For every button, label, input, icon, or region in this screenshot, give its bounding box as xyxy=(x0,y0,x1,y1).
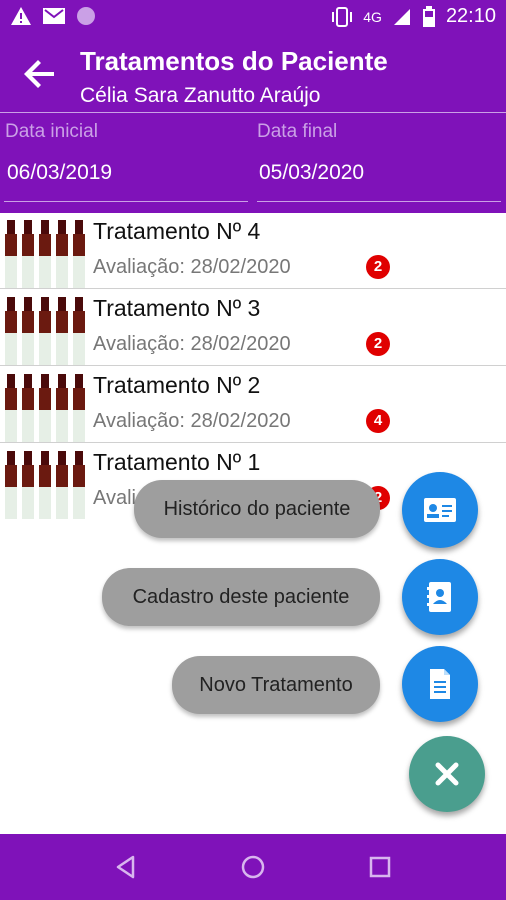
patient-register-label[interactable]: Cadastro deste paciente xyxy=(102,568,380,626)
list-item[interactable]: Tratamento Nº 2 Avaliação: 28/02/2020 4 xyxy=(0,366,506,443)
patient-name: Célia Sara Zanutto Araújo xyxy=(80,84,321,107)
nav-recents-icon[interactable] xyxy=(367,854,393,880)
flower-bottles-thumbnail xyxy=(5,374,85,442)
count-badge: 2 xyxy=(366,332,390,356)
contact-book-icon xyxy=(427,582,451,612)
signal-icon xyxy=(393,8,410,25)
start-date-label: Data inicial xyxy=(5,121,98,142)
treatment-title: Tratamento Nº 2 xyxy=(93,372,261,398)
flower-bottles-thumbnail xyxy=(5,451,85,519)
system-navigation-bar xyxy=(0,834,506,900)
evaluation-date: Avaliação: 28/02/2020 xyxy=(93,256,291,278)
new-treatment-button[interactable] xyxy=(402,646,478,722)
end-date-value[interactable]: 05/03/2020 xyxy=(259,161,364,185)
battery-icon xyxy=(422,5,435,27)
nav-back-icon[interactable] xyxy=(113,854,139,880)
patient-register-button[interactable] xyxy=(402,559,478,635)
vibrate-icon xyxy=(332,6,353,27)
status-bar: 4G 22:10 xyxy=(0,0,506,36)
treatment-title: Tratamento Nº 4 xyxy=(93,218,261,244)
evaluation-date: Avaliação: 28/02/2020 xyxy=(93,410,291,432)
warning-icon xyxy=(11,7,31,25)
treatment-title: Tratamento Nº 1 xyxy=(93,449,261,475)
end-date-label: Data final xyxy=(257,121,338,142)
new-treatment-label[interactable]: Novo Tratamento xyxy=(172,656,380,714)
back-arrow-icon[interactable] xyxy=(22,56,58,92)
app-bar: Tratamentos do Paciente Célia Sara Zanut… xyxy=(0,36,506,112)
network-type: 4G xyxy=(363,8,382,25)
page-title: Tratamentos do Paciente xyxy=(80,46,388,76)
nav-home-icon[interactable] xyxy=(240,854,266,880)
evaluation-date: Avaliação: 28/02/2020 xyxy=(93,333,291,355)
start-date-value[interactable]: 06/03/2019 xyxy=(7,161,112,185)
patient-history-label[interactable]: Histórico do paciente xyxy=(134,480,380,538)
gmail-icon xyxy=(43,8,65,24)
date-filter-bar: Data inicial 06/03/2019 Data final 05/03… xyxy=(0,112,506,213)
close-menu-button[interactable] xyxy=(409,736,485,812)
end-date-underline xyxy=(257,201,501,202)
flower-bottles-thumbnail xyxy=(5,220,85,288)
close-icon xyxy=(435,762,459,786)
clock: 22:10 xyxy=(445,5,496,27)
start-date-underline xyxy=(4,201,248,202)
count-badge: 4 xyxy=(366,409,390,433)
list-item[interactable]: Tratamento Nº 4 Avaliação: 28/02/2020 2 xyxy=(0,212,506,289)
list-item[interactable]: Tratamento Nº 3 Avaliação: 28/02/2020 2 xyxy=(0,289,506,366)
document-icon xyxy=(430,669,450,699)
flower-bottles-thumbnail xyxy=(5,297,85,365)
patient-history-button[interactable] xyxy=(402,472,478,548)
count-badge: 2 xyxy=(366,255,390,279)
id-card-icon xyxy=(424,498,456,522)
circle-dot-icon xyxy=(77,7,95,25)
treatment-title: Tratamento Nº 3 xyxy=(93,295,261,321)
